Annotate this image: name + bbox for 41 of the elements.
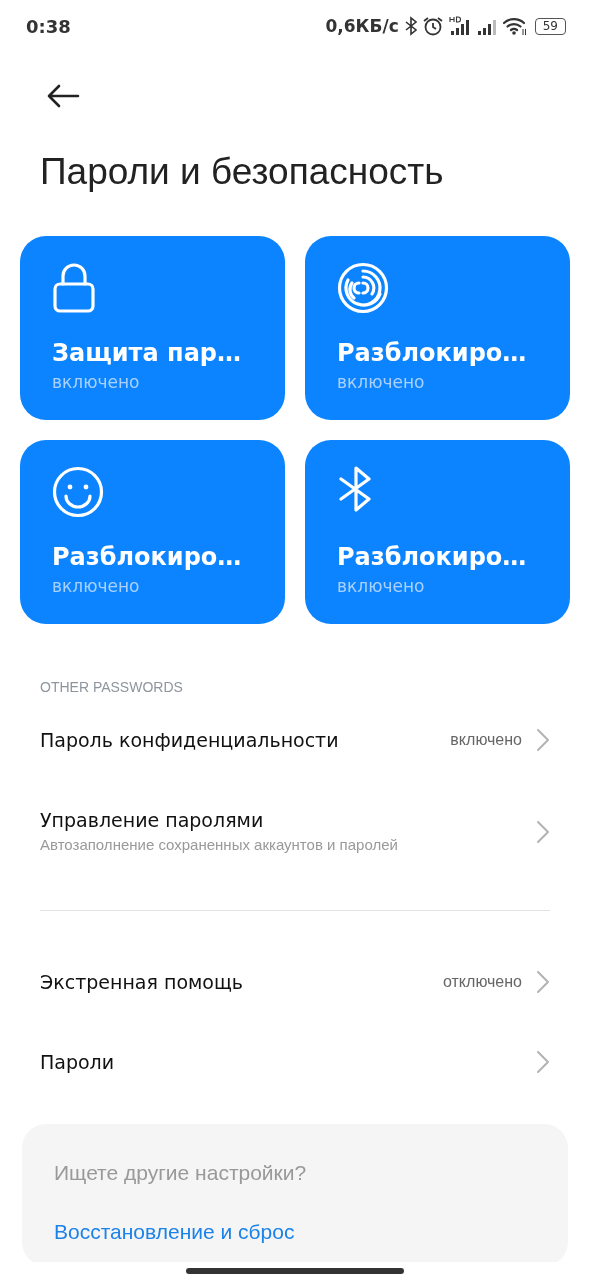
feature-tile[interactable]: Разблокиро… включено [305, 236, 570, 420]
feature-tile[interactable]: Разблокиро… включено [305, 440, 570, 624]
tile-status: включено [52, 371, 141, 394]
fingerprint-icon [337, 262, 389, 314]
section-header: OTHER PASSWORDS [39, 678, 184, 697]
wifi-icon [502, 16, 527, 36]
page-title: Пароли и безопасность [39, 150, 445, 194]
row-value: включено [450, 731, 522, 749]
signal-hd-icon [448, 16, 471, 36]
settings-row[interactable]: Пароль конфиденциальности включено [0, 700, 590, 780]
battery-indicator: 59 [534, 17, 566, 35]
tile-title: Разблокиро… [337, 338, 528, 369]
feature-tile[interactable]: Разблокиро… включено [20, 440, 285, 624]
bluetooth-icon [404, 16, 417, 36]
tile-title: Разблокиро… [52, 542, 243, 573]
row-title: Пароль конфиденциальности [40, 728, 340, 753]
suggestion-question: Ищете другие настройки? [54, 1160, 308, 1186]
row-title: Экстренная помощь [40, 970, 245, 995]
feature-tile[interactable]: Защита пар… включено [20, 236, 285, 420]
settings-row[interactable]: Экстренная помощь отключено [0, 942, 590, 1022]
row-title: Пароли [40, 1050, 116, 1075]
tile-title: Защита пар… [52, 338, 242, 369]
row-value: отключено [443, 973, 522, 991]
lock-icon [52, 262, 96, 314]
status-time: 0:38 [26, 15, 71, 37]
tile-title: Разблокиро… [337, 542, 528, 573]
reset-link[interactable]: Восстановление и сброс [54, 1218, 295, 1246]
row-subtitle: Автозаполнение сохраненных аккаунтов и паролей [40, 835, 399, 855]
network-speed: 0,6КБ/с [325, 16, 399, 36]
chevron-right-icon [536, 1050, 550, 1074]
chevron-right-icon [536, 728, 550, 752]
tile-status: включено [52, 575, 141, 598]
tile-status: включено [337, 575, 426, 598]
alarm-clock-icon [421, 16, 444, 36]
smiley-face-icon [52, 466, 104, 518]
chevron-right-icon [536, 820, 550, 844]
chevron-right-icon [536, 970, 550, 994]
row-title: Управление паролями [40, 808, 265, 833]
settings-row[interactable]: Пароли [0, 1022, 590, 1102]
tile-status: включено [337, 371, 426, 394]
settings-row[interactable]: Управление паролями Автозаполнение сохраненных аккаунтов и паролей [0, 780, 590, 884]
